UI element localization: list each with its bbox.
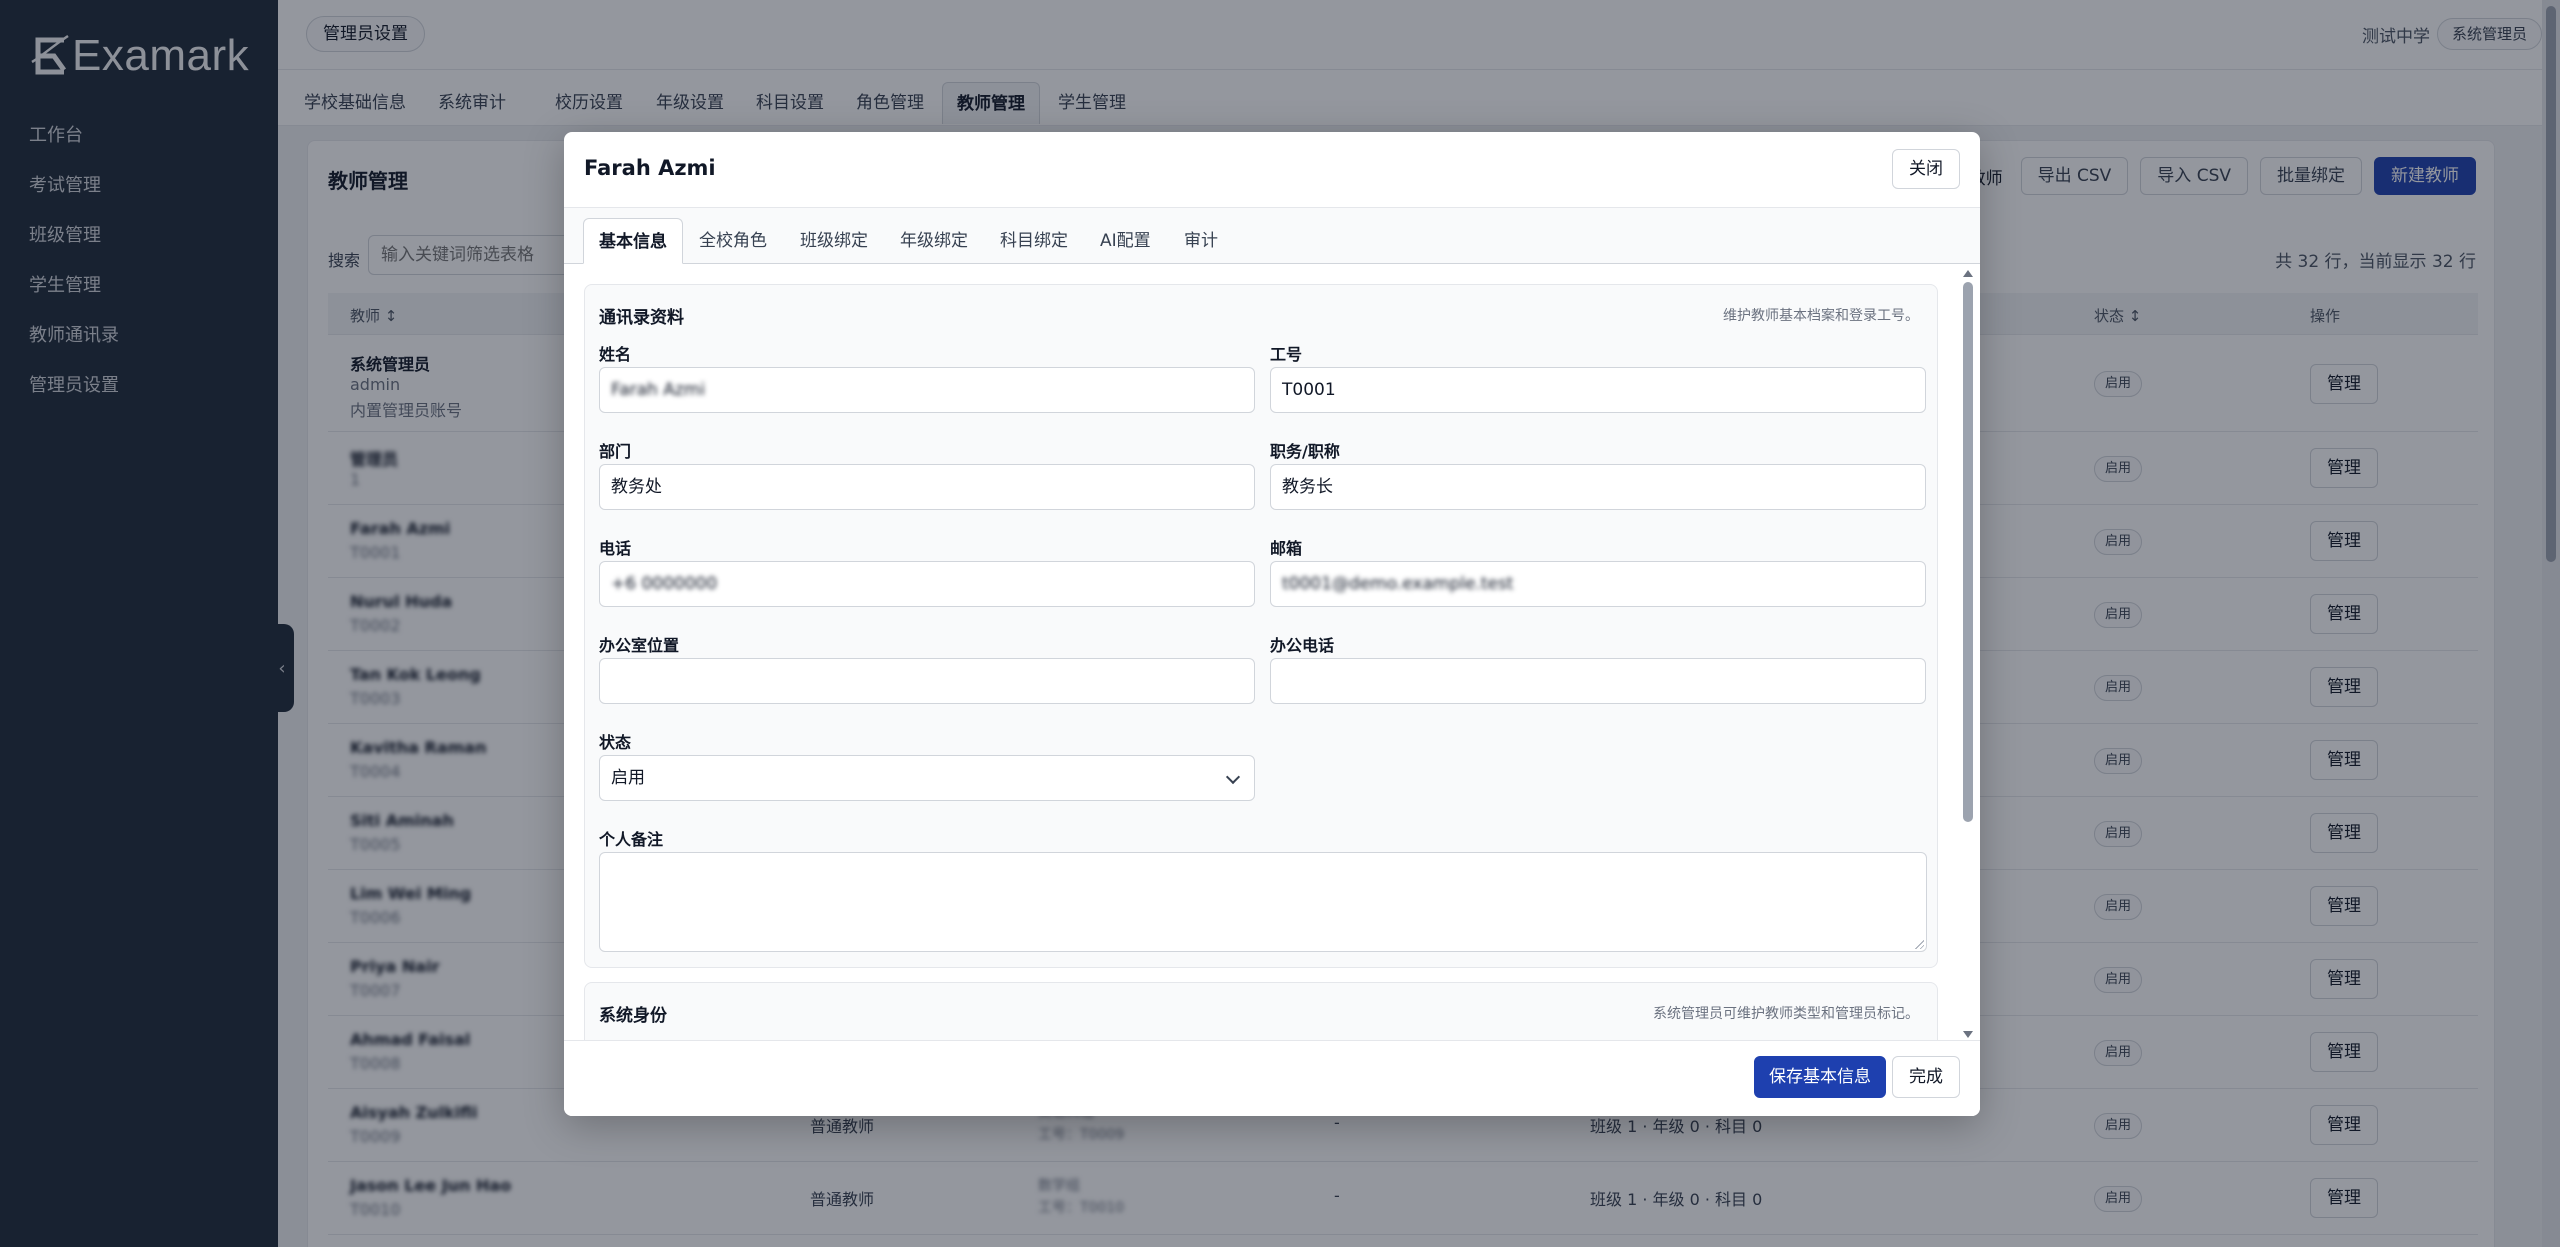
modal-scrollbar-thumb[interactable] xyxy=(1963,282,1973,822)
tab-school-roles[interactable]: 全校角色 xyxy=(684,218,782,264)
contact-info-section: 通讯录资料 维护教师基本档案和登录工号。 姓名 Farah Azmi 工号 T0… xyxy=(584,284,1938,968)
resize-handle-icon[interactable] xyxy=(1914,939,1924,949)
email-field[interactable]: t0001@demo.example.test xyxy=(1270,561,1926,607)
office-location-label: 办公室位置 xyxy=(599,636,680,655)
save-basic-info-button[interactable]: 保存基本信息 xyxy=(1754,1056,1886,1098)
department-label: 部门 xyxy=(599,442,632,461)
office-phone-field[interactable] xyxy=(1270,658,1926,704)
modal-title: Farah Azmi xyxy=(584,156,716,180)
done-button[interactable]: 完成 xyxy=(1892,1056,1960,1098)
job-title-value: 教务长 xyxy=(1282,477,1333,497)
tab-basic-info[interactable]: 基本信息 xyxy=(583,218,683,264)
section-title: 通讯录资料 xyxy=(599,308,684,328)
modal-header: Farah Azmi 关闭 xyxy=(564,132,1980,208)
scroll-down-arrow-icon[interactable] xyxy=(1963,1031,1973,1038)
phone-value: +6 0000000 xyxy=(611,574,718,594)
tab-class-bindings[interactable]: 班级绑定 xyxy=(785,218,883,264)
tab-audit[interactable]: 审计 xyxy=(1169,218,1233,264)
scroll-up-arrow-icon[interactable] xyxy=(1963,270,1973,277)
modal-tabs: 基本信息 全校角色 班级绑定 年级绑定 科目绑定 AI配置 审计 xyxy=(564,208,1980,264)
office-phone-label: 办公电话 xyxy=(1270,636,1335,655)
modal-body[interactable]: 通讯录资料 维护教师基本档案和登录工号。 姓名 Farah Azmi 工号 T0… xyxy=(564,264,1980,1116)
teacher-detail-modal: Farah Azmi 关闭 基本信息 全校角色 班级绑定 年级绑定 科目绑定 A… xyxy=(564,132,1980,1116)
email-value: t0001@demo.example.test xyxy=(1282,574,1514,594)
name-field[interactable]: Farah Azmi xyxy=(599,367,1255,413)
status-select[interactable]: 启用 xyxy=(599,755,1255,801)
job-title-label: 职务/职称 xyxy=(1270,442,1340,461)
phone-field[interactable]: +6 0000000 xyxy=(599,561,1255,607)
employee-id-value: T0001 xyxy=(1282,380,1336,400)
name-label: 姓名 xyxy=(599,345,632,364)
name-value: Farah Azmi xyxy=(611,380,706,400)
employee-id-label: 工号 xyxy=(1270,345,1303,364)
employee-id-field[interactable]: T0001 xyxy=(1270,367,1926,413)
email-label: 邮箱 xyxy=(1270,539,1303,558)
modal-scrollbar[interactable] xyxy=(1962,270,1974,1038)
tab-grade-bindings[interactable]: 年级绑定 xyxy=(885,218,983,264)
tab-ai-config[interactable]: AI配置 xyxy=(1085,218,1166,264)
department-value: 教务处 xyxy=(611,477,662,497)
section-title: 系统身份 xyxy=(599,1006,667,1026)
department-field[interactable]: 教务处 xyxy=(599,464,1255,510)
status-label: 状态 xyxy=(599,733,632,752)
office-location-field[interactable] xyxy=(599,658,1255,704)
personal-notes-label: 个人备注 xyxy=(599,830,664,849)
close-button[interactable]: 关闭 xyxy=(1892,149,1960,189)
phone-label: 电话 xyxy=(599,539,632,558)
personal-notes-textarea[interactable] xyxy=(599,852,1927,952)
section-hint: 维护教师基本档案和登录工号。 xyxy=(1723,308,1919,324)
job-title-field[interactable]: 教务长 xyxy=(1270,464,1926,510)
modal-footer: 保存基本信息 完成 xyxy=(564,1040,1980,1116)
status-select-value: 启用 xyxy=(611,768,645,788)
section-hint: 系统管理员可维护教师类型和管理员标记。 xyxy=(1653,1006,1919,1022)
tab-subject-bindings[interactable]: 科目绑定 xyxy=(985,218,1083,264)
